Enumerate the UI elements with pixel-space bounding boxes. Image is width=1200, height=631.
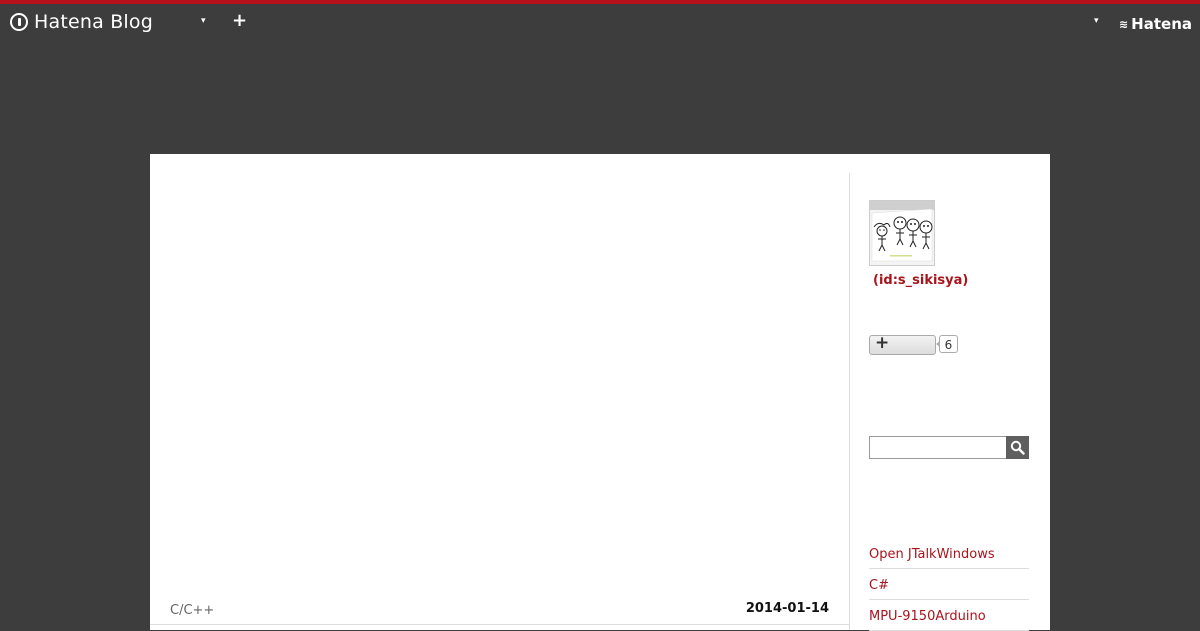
search-input[interactable] — [869, 436, 1007, 459]
recent-entries-list: Open JTalkWindows C# MPU-9150Arduino — [869, 538, 1029, 631]
sidebar: (id:s_sikisya) + 6 Open JTalkWindows C# … — [869, 154, 1029, 631]
hatena-swirl-icon: ≋ — [1118, 17, 1128, 31]
entry-date-link[interactable]: 2014-01-14 — [746, 601, 829, 616]
profile-avatar[interactable] — [869, 200, 935, 266]
account-menu-chevron-icon[interactable]: ▾ — [1094, 16, 1099, 26]
recent-entry-link[interactable]: C# — [869, 578, 889, 593]
main-content: C/C++ 2014-01-14 — [150, 154, 850, 630]
blog-container: C/C++ 2014-01-14 (id:s_sikisya) + 6 Open… — [150, 154, 1050, 631]
hatena-blog-logo[interactable]: Hatena Blog — [10, 11, 153, 33]
plus-icon: + — [875, 333, 890, 353]
hatena-logo-icon — [10, 13, 28, 31]
logo-text: Hatena Blog — [34, 11, 153, 33]
subscribe-button[interactable]: + — [869, 333, 936, 355]
list-item: MPU-9150Arduino — [869, 600, 1029, 631]
entry-category-link[interactable]: C/C++ — [170, 603, 214, 618]
recent-entry-link[interactable]: MPU-9150Arduino — [869, 609, 986, 624]
new-post-button[interactable]: + — [232, 10, 247, 31]
list-item: Open JTalkWindows — [869, 538, 1029, 569]
global-header: Hatena Blog ▾ + ▾ ≋ Hatena — [0, 4, 1200, 42]
hatena-brand-link[interactable]: ≋ Hatena — [1119, 15, 1192, 33]
search-button[interactable] — [1006, 436, 1029, 459]
sidebar-divider — [849, 173, 850, 630]
entry-footer: C/C++ 2014-01-14 — [170, 601, 829, 625]
list-item: C# — [869, 569, 1029, 600]
search-form — [869, 436, 1029, 459]
subscriber-count: 6 — [936, 335, 958, 353]
profile-id-link[interactable]: (id:s_sikisya) — [873, 273, 968, 288]
search-icon — [1010, 440, 1025, 455]
entry-divider — [150, 624, 850, 625]
recent-entry-link[interactable]: Open JTalkWindows — [869, 547, 995, 562]
hatena-brand-text: Hatena — [1131, 15, 1192, 33]
chevron-down-icon[interactable]: ▾ — [201, 16, 206, 26]
